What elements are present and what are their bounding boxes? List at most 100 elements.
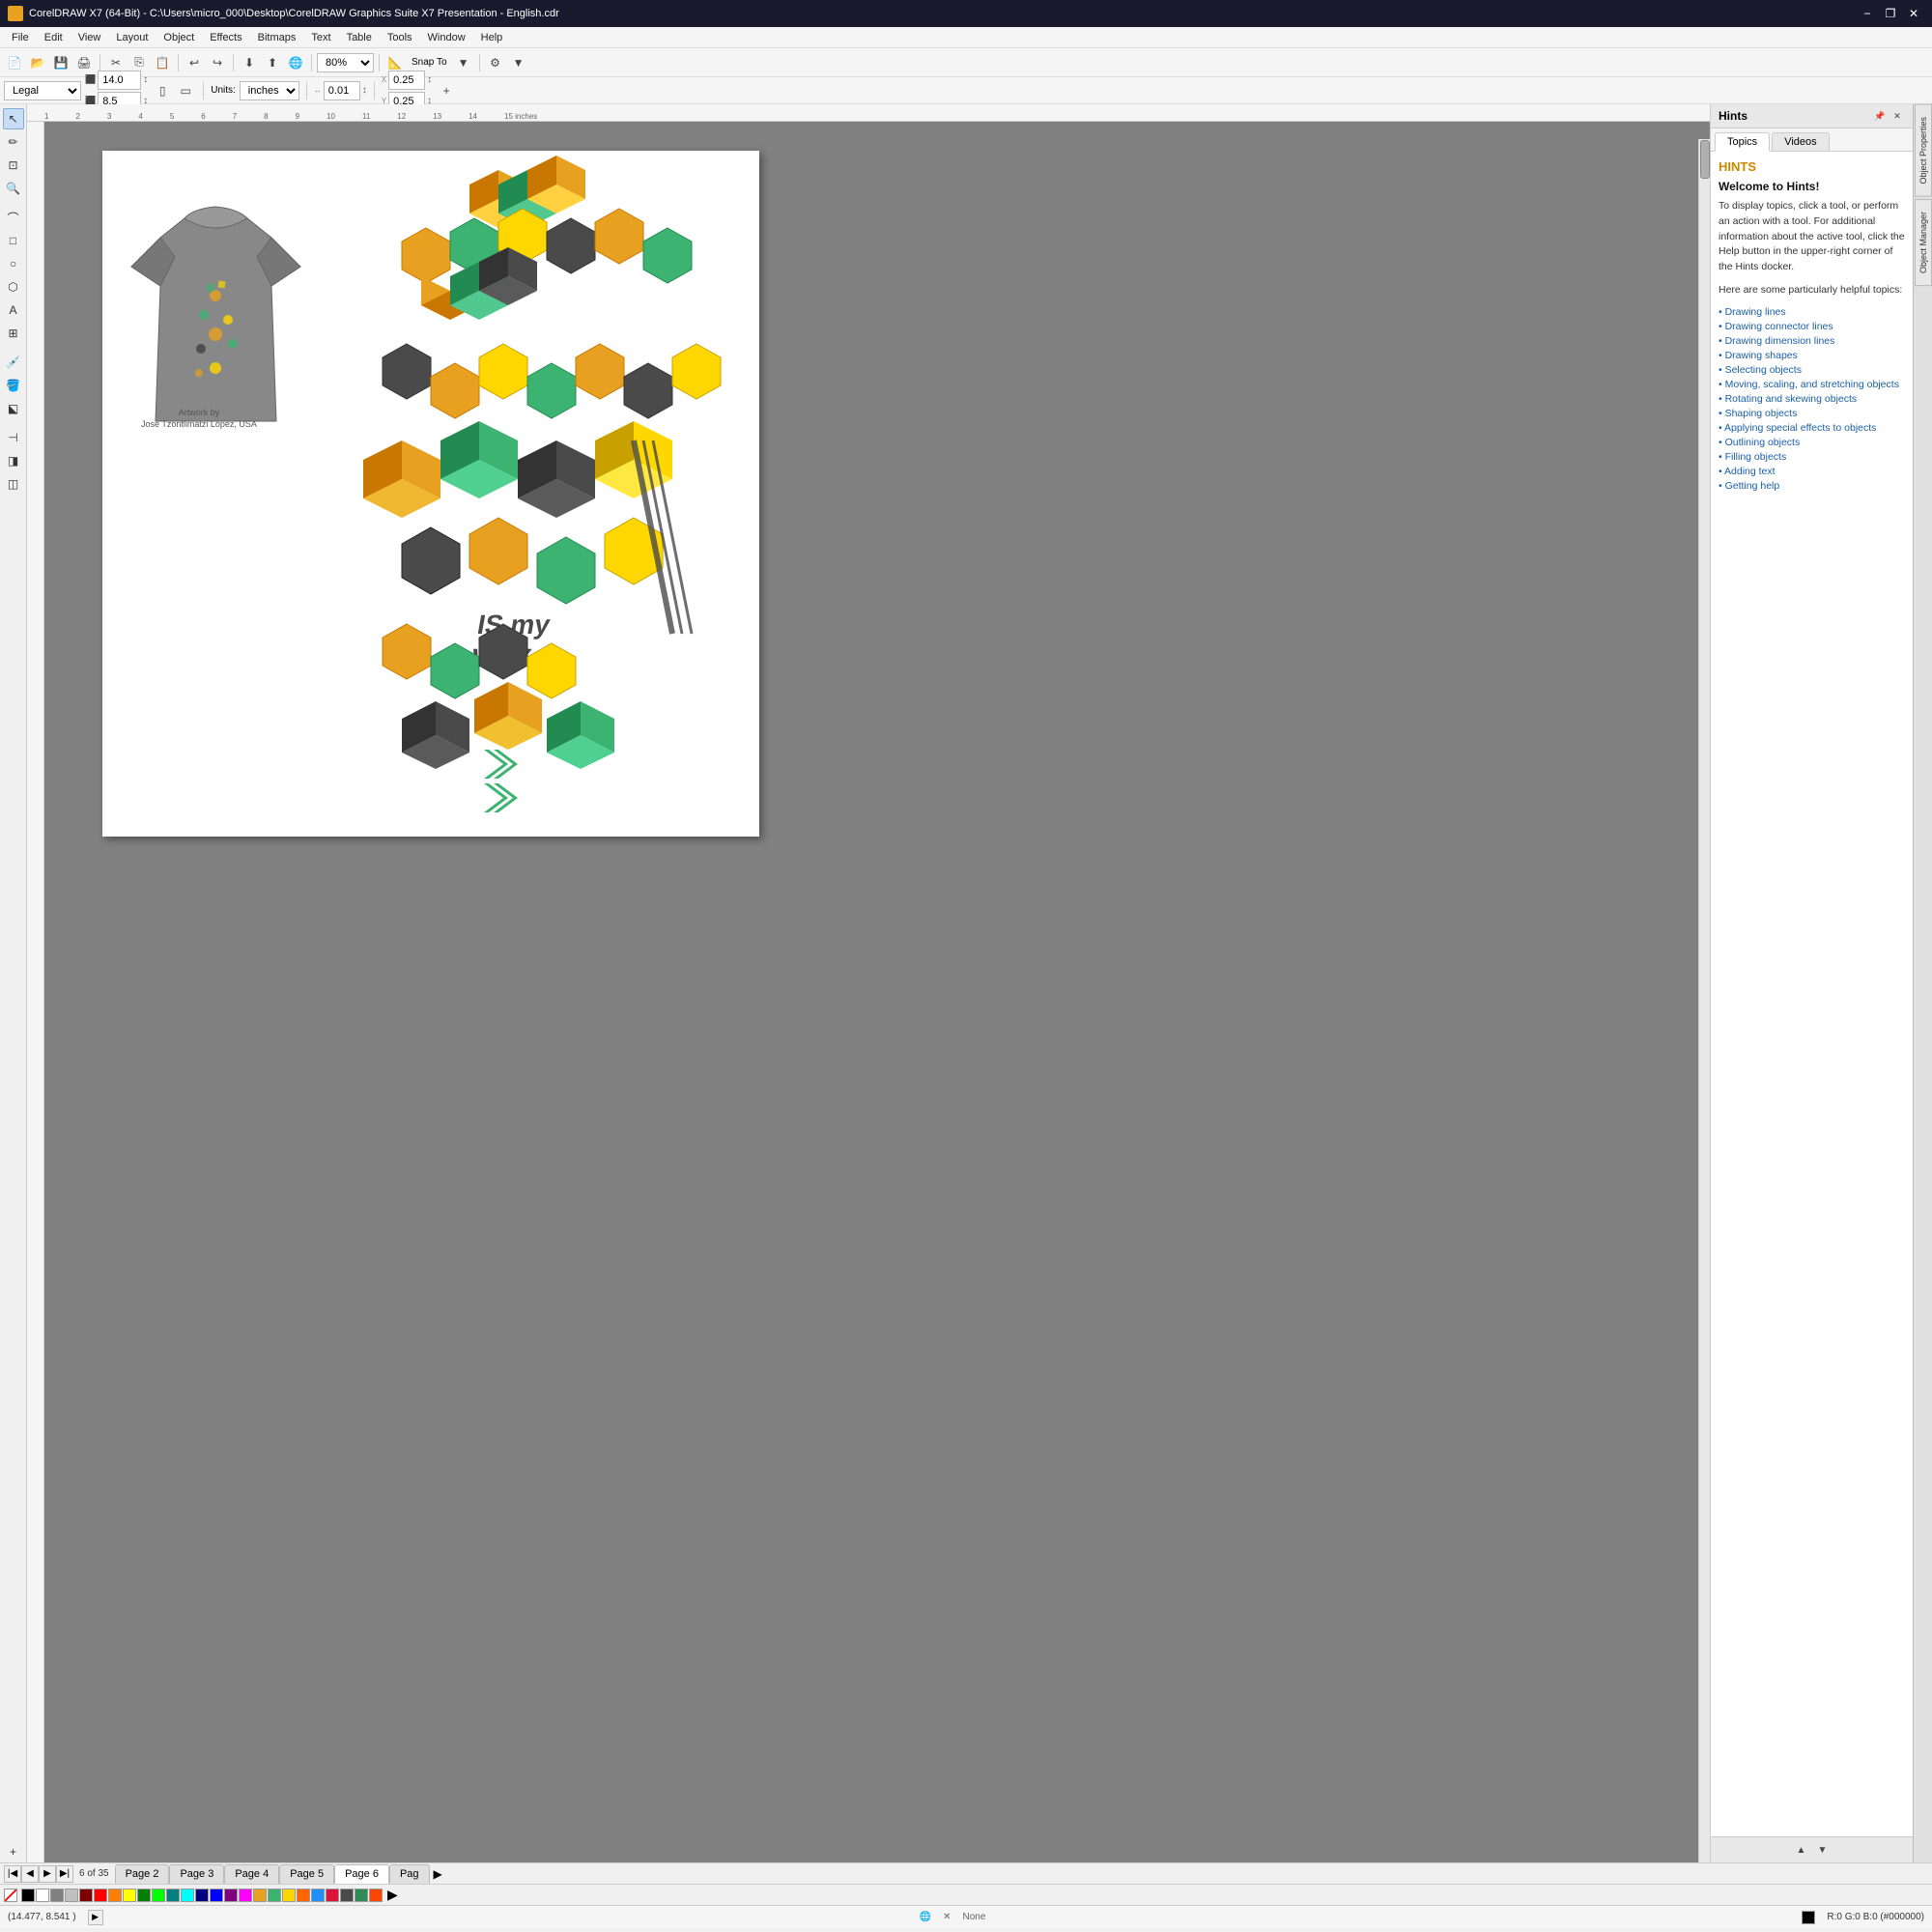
portrait-btn[interactable]: ▯ [152, 80, 173, 101]
ellipse-tool[interactable]: ○ [3, 253, 24, 274]
import-button[interactable]: ⬇ [239, 52, 260, 73]
color-blue[interactable] [210, 1889, 223, 1902]
redo-button[interactable]: ↪ [207, 52, 228, 73]
options-btn[interactable]: ⚙ [485, 52, 506, 73]
color-yellow[interactable] [123, 1889, 136, 1902]
add-page-btn[interactable]: + [436, 80, 457, 101]
palette-scroll-right[interactable]: ▶ [387, 1887, 398, 1903]
link-special-effects[interactable]: • Applying special effects to objects [1719, 422, 1905, 434]
color-red[interactable] [94, 1889, 107, 1902]
tab-topics[interactable]: Topics [1715, 132, 1770, 152]
link-dimension-lines[interactable]: • Drawing dimension lines [1719, 335, 1905, 347]
menu-table[interactable]: Table [339, 27, 380, 48]
link-moving-scaling[interactable]: • Moving, scaling, and stretching object… [1719, 379, 1905, 390]
hints-pin-btn[interactable]: 📌 [1872, 108, 1888, 124]
page-tab-2[interactable]: Page 2 [115, 1864, 170, 1884]
curve-tool[interactable]: ⌒ [3, 207, 24, 228]
color-fuchsia[interactable] [239, 1889, 252, 1902]
page-tab-3[interactable]: Page 3 [169, 1864, 224, 1884]
color-gold[interactable] [253, 1889, 267, 1902]
menu-text[interactable]: Text [303, 27, 338, 48]
color-purple[interactable] [224, 1889, 238, 1902]
open-button[interactable]: 📂 [27, 52, 48, 73]
menu-file[interactable]: File [4, 27, 37, 48]
freehand-tool[interactable]: ✏ [3, 131, 24, 153]
save-button[interactable]: 💾 [50, 52, 71, 73]
undo-button[interactable]: ↩ [184, 52, 205, 73]
color-orange[interactable] [108, 1889, 122, 1902]
polygon-tool[interactable]: ⬡ [3, 276, 24, 298]
last-page-btn[interactable]: ▶| [56, 1865, 73, 1883]
canvas-scroll[interactable]: Artwork by José Tzontlimatzi López, USA [44, 122, 1710, 1862]
zoom-dropdown[interactable]: 80% 100% 50% [317, 53, 374, 72]
publish-button[interactable]: 🌐 [285, 52, 306, 73]
snap-dropdown-btn[interactable]: ▼ [453, 52, 474, 73]
color-teal[interactable] [166, 1889, 180, 1902]
eyedropper-tool[interactable]: 💉 [3, 352, 24, 373]
color-golden[interactable] [282, 1889, 296, 1902]
link-rotating-skewing[interactable]: • Rotating and skewing objects [1719, 393, 1905, 405]
menu-tools[interactable]: Tools [380, 27, 420, 48]
color-medium-green[interactable] [268, 1889, 281, 1902]
shadow-tool[interactable]: ◨ [3, 450, 24, 471]
units-dropdown[interactable]: inches cm mm [240, 81, 299, 100]
more-btn[interactable]: ▼ [508, 52, 529, 73]
page-scroll-right[interactable]: ▶ [434, 1867, 442, 1881]
color-gray[interactable] [50, 1889, 64, 1902]
tab-videos[interactable]: Videos [1772, 132, 1829, 151]
menu-window[interactable]: Window [420, 27, 473, 48]
new-button[interactable]: 📄 [4, 52, 25, 73]
color-dodger-blue[interactable] [311, 1889, 325, 1902]
close-button[interactable]: ✕ [1903, 5, 1924, 22]
color-cyan[interactable] [181, 1889, 194, 1902]
color-navy[interactable] [195, 1889, 209, 1902]
landscape-btn[interactable]: ▭ [175, 80, 196, 101]
zoom-tool[interactable]: 🔍 [3, 178, 24, 199]
color-orange-red[interactable] [369, 1889, 383, 1902]
prev-page-btn[interactable]: ◀ [21, 1865, 39, 1883]
color-maroon[interactable] [79, 1889, 93, 1902]
color-sea-green[interactable] [355, 1889, 368, 1902]
menu-edit[interactable]: Edit [37, 27, 71, 48]
page-tab-5[interactable]: Page 5 [279, 1864, 334, 1884]
rect-tool[interactable]: □ [3, 230, 24, 251]
blend-tool[interactable]: ⬕ [3, 398, 24, 419]
width-input[interactable] [98, 71, 141, 90]
link-getting-help[interactable]: • Getting help [1719, 480, 1905, 492]
menu-effects[interactable]: Effects [202, 27, 249, 48]
minimize-button[interactable]: − [1857, 5, 1878, 22]
play-btn[interactable]: ▶ [88, 1910, 103, 1925]
scrollbar-thumb[interactable] [1700, 140, 1710, 179]
color-white[interactable] [36, 1889, 49, 1902]
restore-button[interactable]: ❐ [1880, 5, 1901, 22]
menu-layout[interactable]: Layout [108, 27, 156, 48]
color-deep-orange[interactable] [297, 1889, 310, 1902]
fill-tool[interactable]: 🪣 [3, 375, 24, 396]
menu-bitmaps[interactable]: Bitmaps [250, 27, 304, 48]
menu-view[interactable]: View [71, 27, 109, 48]
vertical-scrollbar[interactable] [1698, 139, 1710, 1862]
color-black[interactable] [21, 1889, 35, 1902]
link-shaping-objects[interactable]: • Shaping objects [1719, 408, 1905, 419]
color-green[interactable] [137, 1889, 151, 1902]
link-adding-text[interactable]: • Adding text [1719, 466, 1905, 477]
no-fill-swatch[interactable] [4, 1889, 17, 1902]
hints-close-btn[interactable]: ✕ [1889, 108, 1905, 124]
first-page-btn[interactable]: |◀ [4, 1865, 21, 1883]
object-properties-tab[interactable]: Object Properties [1915, 104, 1932, 197]
object-manager-tab[interactable]: Object Manager [1915, 199, 1932, 286]
link-drawing-lines[interactable]: • Drawing lines [1719, 306, 1905, 318]
scroll-down-btn[interactable]: ▼ [1812, 1839, 1833, 1861]
menu-object[interactable]: Object [156, 27, 202, 48]
color-dark-gray[interactable] [340, 1889, 354, 1902]
table-tool[interactable]: ⊞ [3, 323, 24, 344]
next-page-btn[interactable]: ▶ [39, 1865, 56, 1883]
color-crimson[interactable] [326, 1889, 339, 1902]
link-selecting-objects[interactable]: • Selecting objects [1719, 364, 1905, 376]
x-offset-input[interactable] [388, 71, 425, 90]
menu-help[interactable]: Help [473, 27, 511, 48]
scroll-up-btn[interactable]: ▲ [1791, 1839, 1812, 1861]
page-size-dropdown[interactable]: Legal [4, 81, 81, 100]
transparency-tool[interactable]: ◫ [3, 473, 24, 495]
color-silver[interactable] [65, 1889, 78, 1902]
